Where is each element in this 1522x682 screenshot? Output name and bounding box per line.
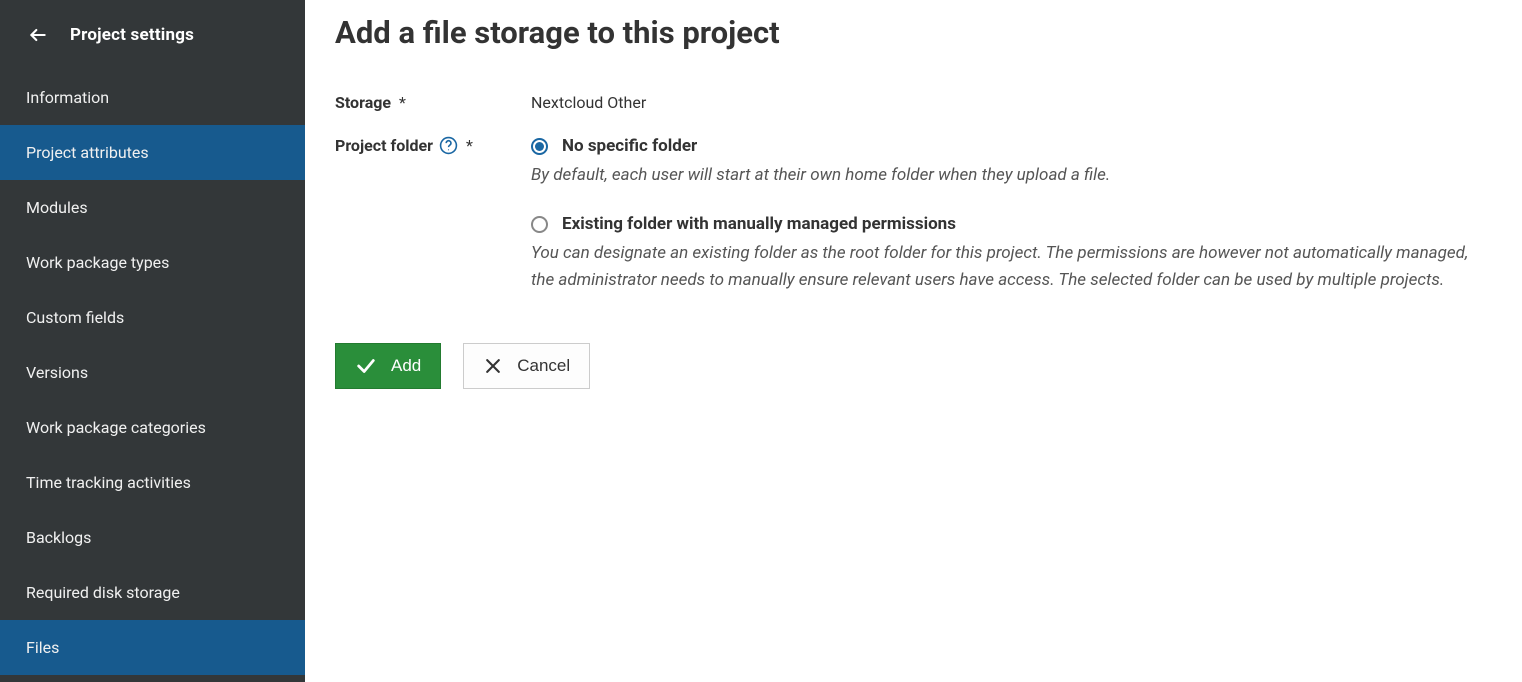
sidebar-header: Project settings <box>0 0 305 70</box>
storage-label: Storage * <box>335 93 531 112</box>
sidebar-nav: Information Project attributes Modules Work… <box>0 70 305 675</box>
sidebar-item-label: Versions <box>26 363 88 382</box>
add-button[interactable]: Add <box>335 343 441 389</box>
sidebar-item-work-package-categories[interactable]: Work package categories <box>0 400 305 455</box>
sidebar-item-modules[interactable]: Modules <box>0 180 305 235</box>
sidebar-item-label: Information <box>26 88 109 107</box>
sidebar-item-information[interactable]: Information <box>0 70 305 125</box>
radio-description: By default, each user will start at thei… <box>531 162 1494 188</box>
sidebar-item-files[interactable]: Files <box>0 620 305 675</box>
page-title: Add a file storage to this project <box>335 14 1494 51</box>
radio-line[interactable]: No specific folder <box>531 136 1494 156</box>
folder-options: No specific folder By default, each user … <box>531 136 1494 319</box>
sidebar-item-label: Project attributes <box>26 143 149 162</box>
cancel-button-label: Cancel <box>517 356 570 376</box>
sidebar-item-label: Required disk storage <box>26 583 180 602</box>
form-row-storage: Storage * Nextcloud Other <box>335 93 1494 112</box>
sidebar: Project settings Information Project attr… <box>0 0 305 682</box>
radio-control[interactable] <box>531 216 548 233</box>
close-icon <box>483 356 503 376</box>
check-icon <box>355 355 377 377</box>
cancel-button[interactable]: Cancel <box>463 343 590 389</box>
sidebar-item-custom-fields[interactable]: Custom fields <box>0 290 305 345</box>
radio-label: Existing folder with manually managed pe… <box>562 214 956 234</box>
sidebar-item-label: Modules <box>26 198 88 217</box>
radio-line[interactable]: Existing folder with manually managed pe… <box>531 214 1494 234</box>
sidebar-item-label: Work package categories <box>26 418 206 437</box>
radio-description: You can designate an existing folder as … <box>531 240 1494 293</box>
main-content: Add a file storage to this project Stora… <box>305 0 1522 682</box>
sidebar-item-label: Backlogs <box>26 528 91 547</box>
sidebar-item-backlogs[interactable]: Backlogs <box>0 510 305 565</box>
form-row-folder: Project folder * No specific folder By de… <box>335 136 1494 319</box>
form-actions: Add Cancel <box>335 343 1494 389</box>
radio-option-1: Existing folder with manually managed pe… <box>531 214 1494 293</box>
sidebar-item-label: Custom fields <box>26 308 124 327</box>
sidebar-item-label: Files <box>26 638 59 657</box>
sidebar-item-versions[interactable]: Versions <box>0 345 305 400</box>
sidebar-item-label: Time tracking activities <box>26 473 191 492</box>
radio-label: No specific folder <box>562 136 697 156</box>
sidebar-item-project-attributes[interactable]: Project attributes <box>0 125 305 180</box>
sidebar-title: Project settings <box>70 25 194 45</box>
storage-value: Nextcloud Other <box>531 93 1494 112</box>
sidebar-item-time-tracking-activities[interactable]: Time tracking activities <box>0 455 305 510</box>
add-button-label: Add <box>391 356 421 376</box>
sidebar-item-work-package-types[interactable]: Work package types <box>0 235 305 290</box>
radio-option-0: No specific folder By default, each user … <box>531 136 1494 188</box>
sidebar-item-required-disk-storage[interactable]: Required disk storage <box>0 565 305 620</box>
help-icon[interactable] <box>439 136 458 155</box>
sidebar-item-label: Work package types <box>26 253 169 272</box>
radio-control[interactable] <box>531 138 548 155</box>
folder-label: Project folder * <box>335 136 531 155</box>
back-arrow-icon[interactable] <box>28 25 48 45</box>
